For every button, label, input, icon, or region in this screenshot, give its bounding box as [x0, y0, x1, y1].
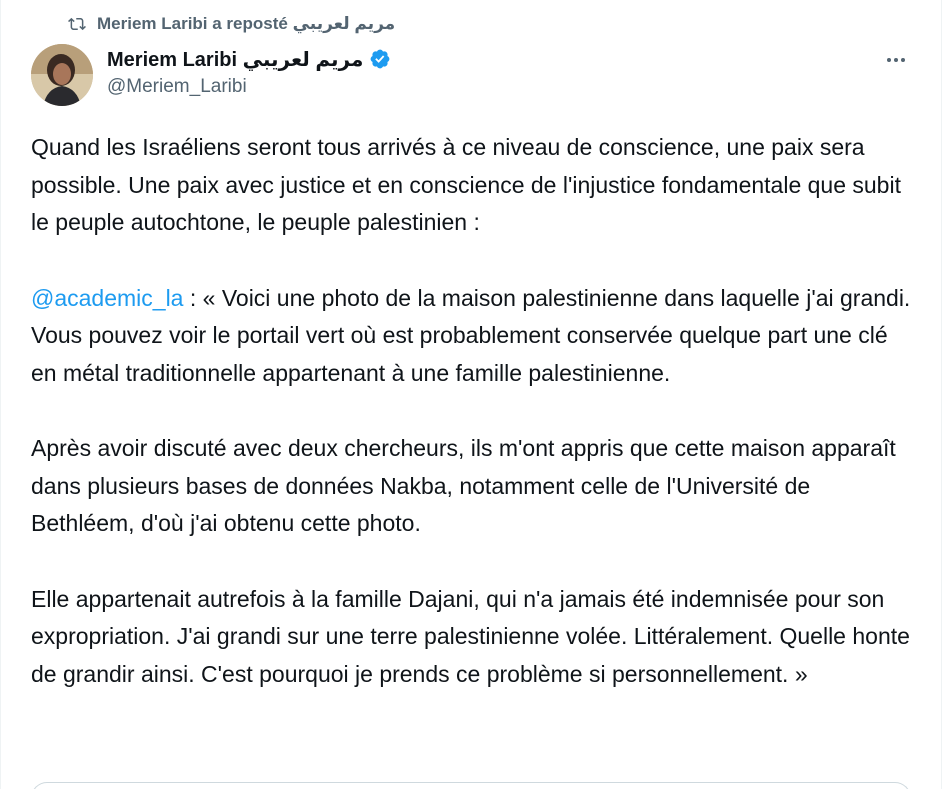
tweet-paragraph: Après avoir discuté avec deux chercheurs…: [31, 435, 896, 536]
tweet-paragraph: Elle appartenait autrefois à la famille …: [31, 585, 910, 687]
repost-icon: [67, 15, 87, 33]
display-name[interactable]: Meriem Laribi مريم لعريبي: [107, 47, 363, 72]
repost-indicator: مريم لعريبي Meriem Laribi a reposté: [67, 12, 395, 36]
tweet-paragraph: Quand les Israéliens seront tous arrivés…: [31, 134, 901, 235]
more-options-button[interactable]: [881, 50, 911, 70]
user-handle[interactable]: @Meriem_Laribi: [107, 76, 881, 98]
tweet-text: Quand les Israéliens seront tous arrivés…: [31, 129, 911, 731]
name-row: Meriem Laribi مريم لعريبي: [107, 44, 881, 74]
tweet-paragraph: @academic_la : « Voici une photo de la m…: [31, 280, 911, 393]
verified-badge-icon[interactable]: [369, 48, 391, 70]
media-card-edge[interactable]: [31, 782, 911, 789]
repost-text[interactable]: مريم لعريبي Meriem Laribi a reposté: [97, 14, 395, 34]
tweet-header: Meriem Laribi مريم لعريبي @Meriem_Laribi: [107, 44, 881, 98]
more-options-dot: [901, 58, 905, 62]
tweet-card[interactable]: مريم لعريبي Meriem Laribi a reposté Meri…: [0, 0, 942, 789]
more-options-icon: [887, 58, 891, 62]
more-options-dot: [894, 58, 898, 62]
avatar[interactable]: [31, 44, 93, 106]
mention-link[interactable]: @academic_la: [31, 285, 183, 311]
